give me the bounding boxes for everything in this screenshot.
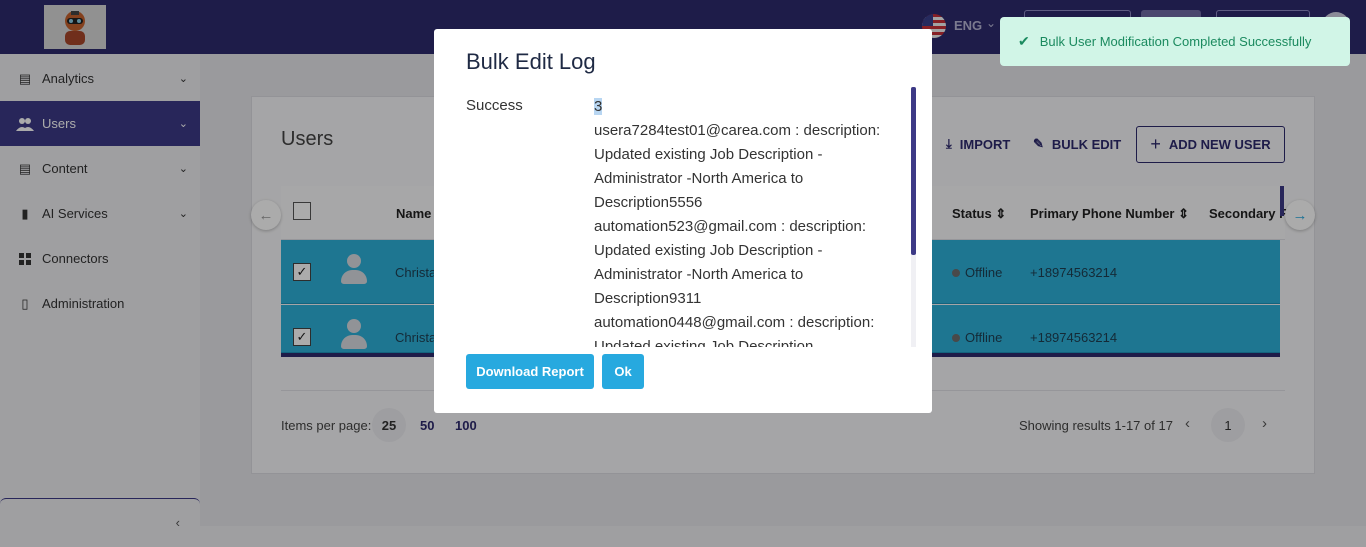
toast-message: Bulk User Modification Completed Success… <box>1039 34 1312 49</box>
log-line: automation523@gmail.com : description: <box>594 218 867 235</box>
success-toast: ✔ Bulk User Modification Completed Succe… <box>1000 17 1350 66</box>
bulk-edit-log-dialog: Bulk Edit Log Success 3 usera7284test01@… <box>434 29 932 413</box>
download-report-button[interactable]: Download Report <box>466 354 594 389</box>
log-line: Updated existing Job Description - <box>594 242 823 259</box>
success-count: 3 <box>594 98 603 115</box>
ok-button[interactable]: Ok <box>602 354 644 389</box>
log-line: usera7284test01@carea.com : description: <box>594 122 881 139</box>
log-scroll-thumb[interactable] <box>911 87 916 255</box>
log-line: Description9311 <box>594 290 702 307</box>
log-line: Description5556 <box>594 194 703 211</box>
success-label: Success <box>466 97 523 114</box>
log-line: automation0448@gmail.com : description: <box>594 314 875 331</box>
log-line: Administrator -North America to <box>594 266 804 283</box>
log-line: Administrator -North America to <box>594 170 804 187</box>
log-line: Updated existing Job Description <box>594 338 814 347</box>
log-content[interactable]: 3 usera7284test01@carea.com : descriptio… <box>594 95 884 347</box>
log-line: Updated existing Job Description - <box>594 146 823 163</box>
check-icon: ✔ <box>1018 33 1030 49</box>
dialog-title: Bulk Edit Log <box>466 49 596 74</box>
